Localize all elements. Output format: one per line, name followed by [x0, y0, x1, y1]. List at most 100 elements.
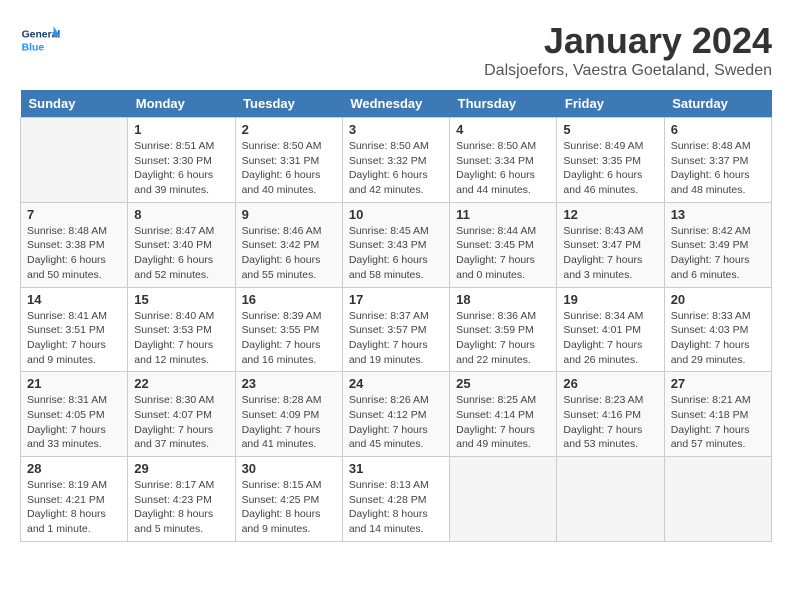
day-info: Sunrise: 8:34 AM Sunset: 4:01 PM Dayligh…: [563, 309, 657, 368]
logo: General Blue: [20, 20, 64, 60]
calendar-cell: 10 Sunrise: 8:45 AM Sunset: 3:43 PM Dayli…: [342, 202, 449, 287]
week-row-4: 21Sunrise: 8:31 AM Sunset: 4:05 PM Dayli…: [21, 372, 772, 457]
day-number: 29: [134, 461, 228, 476]
calendar-cell: 12Sunrise: 8:43 AM Sunset: 3:47 PM Dayli…: [557, 202, 664, 287]
weekday-header-saturday: Saturday: [664, 90, 771, 118]
day-info: Sunrise: 8:17 AM Sunset: 4:23 PM Dayligh…: [134, 478, 228, 537]
day-number: 12: [563, 207, 657, 222]
calendar-cell: [664, 457, 771, 542]
day-info: Sunrise: 8:36 AM Sunset: 3:59 PM Dayligh…: [456, 309, 550, 368]
day-info: Sunrise: 8:26 AM Sunset: 4:12 PM Dayligh…: [349, 393, 443, 452]
calendar-cell: 9Sunrise: 8:46 AM Sunset: 3:42 PM Daylig…: [235, 202, 342, 287]
calendar-cell: [557, 457, 664, 542]
day-number: 22: [134, 376, 228, 391]
calendar-cell: 18 Sunrise: 8:36 AM Sunset: 3:59 PM Dayli…: [450, 287, 557, 372]
day-number: 19: [563, 292, 657, 307]
calendar-cell: 24Sunrise: 8:26 AM Sunset: 4:12 PM Dayli…: [342, 372, 449, 457]
calendar-cell: 14 Sunrise: 8:41 AM Sunset: 3:51 PM Dayli…: [21, 287, 128, 372]
calendar-cell: 30Sunrise: 8:15 AM Sunset: 4:25 PM Dayli…: [235, 457, 342, 542]
calendar-cell: 29 Sunrise: 8:17 AM Sunset: 4:23 PM Dayli…: [128, 457, 235, 542]
day-number: 14: [27, 292, 121, 307]
day-info: Sunrise: 8:51 AM Sunset: 3:30 PM Dayligh…: [134, 139, 228, 198]
day-info: Sunrise: 8:41 AM Sunset: 3:51 PM Dayligh…: [27, 309, 121, 368]
page-header: General Blue January 2024 Dalsjoefors, V…: [20, 20, 772, 80]
day-number: 11: [456, 207, 550, 222]
weekday-header-monday: Monday: [128, 90, 235, 118]
day-number: 16: [242, 292, 336, 307]
day-number: 8: [134, 207, 228, 222]
day-number: 25: [456, 376, 550, 391]
weekday-header-sunday: Sunday: [21, 90, 128, 118]
day-info: Sunrise: 8:39 AM Sunset: 3:55 PM Dayligh…: [242, 309, 336, 368]
day-info: Sunrise: 8:42 AM Sunset: 3:49 PM Dayligh…: [671, 224, 765, 283]
day-number: 1: [134, 122, 228, 137]
day-info: Sunrise: 8:15 AM Sunset: 4:25 PM Dayligh…: [242, 478, 336, 537]
day-number: 21: [27, 376, 121, 391]
day-info: Sunrise: 8:21 AM Sunset: 4:18 PM Dayligh…: [671, 393, 765, 452]
weekday-header-wednesday: Wednesday: [342, 90, 449, 118]
calendar-cell: 8 Sunrise: 8:47 AM Sunset: 3:40 PM Daylig…: [128, 202, 235, 287]
calendar-cell: 22 Sunrise: 8:30 AM Sunset: 4:07 PM Dayli…: [128, 372, 235, 457]
week-row-5: 28Sunrise: 8:19 AM Sunset: 4:21 PM Dayli…: [21, 457, 772, 542]
calendar-cell: 31Sunrise: 8:13 AM Sunset: 4:28 PM Dayli…: [342, 457, 449, 542]
calendar-cell: 2 Sunrise: 8:50 AM Sunset: 3:31 PM Daylig…: [235, 118, 342, 203]
day-info: Sunrise: 8:47 AM Sunset: 3:40 PM Dayligh…: [134, 224, 228, 283]
calendar-cell: 21Sunrise: 8:31 AM Sunset: 4:05 PM Dayli…: [21, 372, 128, 457]
calendar-cell: [21, 118, 128, 203]
calendar-cell: 7Sunrise: 8:48 AM Sunset: 3:38 PM Daylig…: [21, 202, 128, 287]
title-section: January 2024 Dalsjoefors, Vaestra Goetal…: [484, 20, 772, 80]
day-info: Sunrise: 8:49 AM Sunset: 3:35 PM Dayligh…: [563, 139, 657, 198]
day-info: Sunrise: 8:50 AM Sunset: 3:32 PM Dayligh…: [349, 139, 443, 198]
day-number: 31: [349, 461, 443, 476]
day-info: Sunrise: 8:25 AM Sunset: 4:14 PM Dayligh…: [456, 393, 550, 452]
day-info: Sunrise: 8:23 AM Sunset: 4:16 PM Dayligh…: [563, 393, 657, 452]
day-number: 18: [456, 292, 550, 307]
calendar-cell: 19 Sunrise: 8:34 AM Sunset: 4:01 PM Dayli…: [557, 287, 664, 372]
calendar-cell: 20 Sunrise: 8:33 AM Sunset: 4:03 PM Dayli…: [664, 287, 771, 372]
day-info: Sunrise: 8:48 AM Sunset: 3:38 PM Dayligh…: [27, 224, 121, 283]
day-number: 4: [456, 122, 550, 137]
day-number: 20: [671, 292, 765, 307]
day-info: Sunrise: 8:45 AM Sunset: 3:43 PM Dayligh…: [349, 224, 443, 283]
day-info: Sunrise: 8:33 AM Sunset: 4:03 PM Dayligh…: [671, 309, 765, 368]
calendar-cell: 11 Sunrise: 8:44 AM Sunset: 3:45 PM Dayli…: [450, 202, 557, 287]
day-number: 6: [671, 122, 765, 137]
calendar-cell: 3 Sunrise: 8:50 AM Sunset: 3:32 PM Daylig…: [342, 118, 449, 203]
day-number: 27: [671, 376, 765, 391]
calendar-cell: [450, 457, 557, 542]
weekday-header-friday: Friday: [557, 90, 664, 118]
day-number: 28: [27, 461, 121, 476]
calendar-cell: 23 Sunrise: 8:28 AM Sunset: 4:09 PM Dayli…: [235, 372, 342, 457]
calendar-cell: 27 Sunrise: 8:21 AM Sunset: 4:18 PM Dayli…: [664, 372, 771, 457]
day-number: 2: [242, 122, 336, 137]
weekday-header-row: SundayMondayTuesdayWednesdayThursdayFrid…: [21, 90, 772, 118]
day-info: Sunrise: 8:40 AM Sunset: 3:53 PM Dayligh…: [134, 309, 228, 368]
day-info: Sunrise: 8:28 AM Sunset: 4:09 PM Dayligh…: [242, 393, 336, 452]
calendar-cell: 5 Sunrise: 8:49 AM Sunset: 3:35 PM Daylig…: [557, 118, 664, 203]
day-number: 10: [349, 207, 443, 222]
day-info: Sunrise: 8:44 AM Sunset: 3:45 PM Dayligh…: [456, 224, 550, 283]
week-row-2: 7Sunrise: 8:48 AM Sunset: 3:38 PM Daylig…: [21, 202, 772, 287]
day-number: 9: [242, 207, 336, 222]
location-title: Dalsjoefors, Vaestra Goetaland, Sweden: [484, 62, 772, 80]
day-info: Sunrise: 8:30 AM Sunset: 4:07 PM Dayligh…: [134, 393, 228, 452]
day-number: 3: [349, 122, 443, 137]
calendar-cell: 13Sunrise: 8:42 AM Sunset: 3:49 PM Dayli…: [664, 202, 771, 287]
calendar-cell: 26 Sunrise: 8:23 AM Sunset: 4:16 PM Dayli…: [557, 372, 664, 457]
day-info: Sunrise: 8:50 AM Sunset: 3:34 PM Dayligh…: [456, 139, 550, 198]
day-info: Sunrise: 8:37 AM Sunset: 3:57 PM Dayligh…: [349, 309, 443, 368]
day-number: 26: [563, 376, 657, 391]
calendar-cell: 25 Sunrise: 8:25 AM Sunset: 4:14 PM Dayli…: [450, 372, 557, 457]
calendar-table: SundayMondayTuesdayWednesdayThursdayFrid…: [20, 90, 772, 542]
month-title: January 2024: [484, 20, 772, 62]
week-row-3: 14 Sunrise: 8:41 AM Sunset: 3:51 PM Dayli…: [21, 287, 772, 372]
logo-icon: General Blue: [20, 20, 60, 60]
day-number: 17: [349, 292, 443, 307]
week-row-1: 1 Sunrise: 8:51 AM Sunset: 3:30 PM Daylig…: [21, 118, 772, 203]
day-info: Sunrise: 8:50 AM Sunset: 3:31 PM Dayligh…: [242, 139, 336, 198]
day-number: 23: [242, 376, 336, 391]
weekday-header-tuesday: Tuesday: [235, 90, 342, 118]
day-number: 5: [563, 122, 657, 137]
calendar-cell: 1 Sunrise: 8:51 AM Sunset: 3:30 PM Daylig…: [128, 118, 235, 203]
calendar-cell: 16 Sunrise: 8:39 AM Sunset: 3:55 PM Dayli…: [235, 287, 342, 372]
